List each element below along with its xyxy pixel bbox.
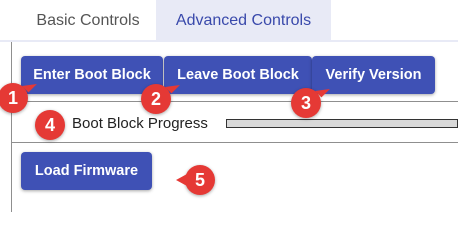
annotation-badge-5: 5 [176, 165, 215, 195]
load-firmware-button[interactable]: Load Firmware [21, 152, 152, 190]
annotation-badge-2: 2 [141, 84, 171, 114]
tab-advanced-controls[interactable]: Advanced Controls [156, 0, 331, 42]
boot-block-progress-label: Boot Block Progress [72, 115, 208, 132]
annotation-badge-4: 4 [35, 110, 65, 140]
leave-boot-block-button[interactable]: Leave Boot Block [164, 56, 312, 94]
tab-bar: Basic Controls Advanced Controls [0, 0, 458, 42]
verify-version-button[interactable]: Verify Version [312, 56, 435, 94]
divider [11, 142, 458, 143]
boot-block-progress-bar [226, 119, 458, 128]
tab-basic-controls[interactable]: Basic Controls [20, 0, 156, 40]
annotation-badge-3: 3 [291, 88, 321, 118]
enter-boot-block-button[interactable]: Enter Boot Block [21, 56, 163, 94]
divider [11, 101, 458, 102]
